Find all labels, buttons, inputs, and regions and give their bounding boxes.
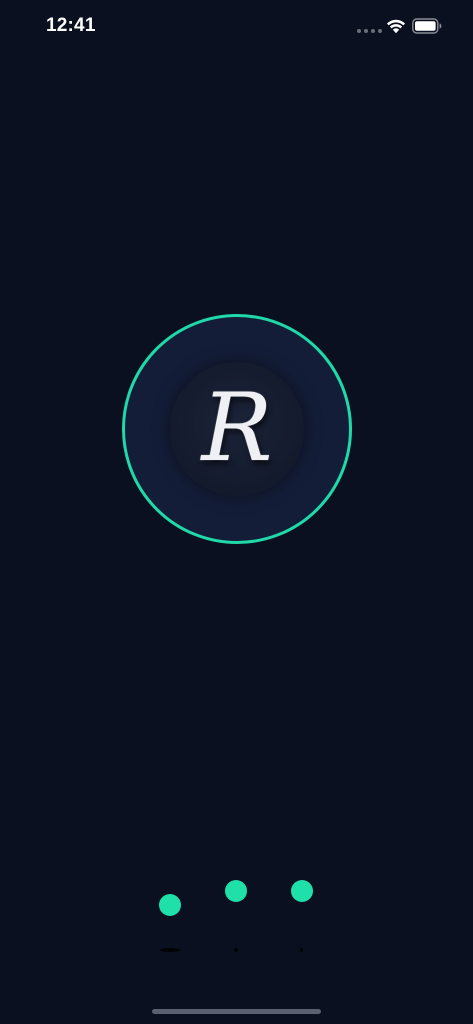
home-indicator[interactable]: [152, 1009, 321, 1014]
loading-indicator: [0, 870, 473, 960]
loading-dot-2: [225, 880, 247, 902]
app-logo-letter: R: [201, 374, 273, 483]
status-bar: 12:41: [0, 0, 473, 54]
status-time: 12:41: [46, 15, 96, 36]
loading-dot-1: [159, 894, 181, 916]
loading-dot-shadow-1: [160, 948, 180, 952]
loading-dot-shadow-3: [300, 948, 303, 952]
app-logo-badge: R: [170, 362, 304, 496]
loading-dot-3: [291, 880, 313, 902]
signal-dots-icon: [357, 29, 382, 33]
app-logo-ring: R: [122, 314, 352, 544]
loading-dot-shadow-2: [234, 948, 238, 952]
wifi-icon: [387, 19, 405, 34]
battery-icon: [412, 18, 442, 34]
